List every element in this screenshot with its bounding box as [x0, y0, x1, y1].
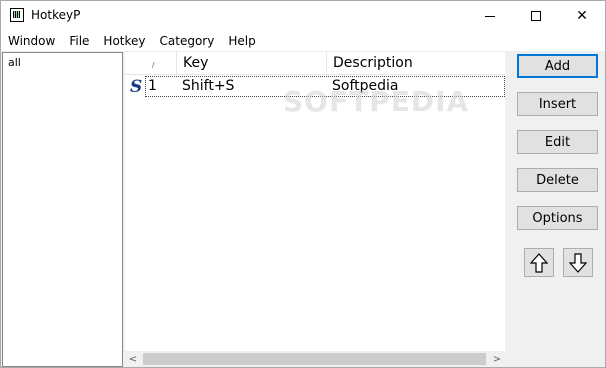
add-button[interactable]: Add — [517, 54, 598, 78]
list-header: / Key Description — [125, 52, 505, 75]
column-header-description[interactable]: Description — [327, 52, 505, 75]
column-header-key[interactable]: Key — [177, 52, 327, 75]
row-number: 1 — [148, 78, 157, 94]
scroll-left-icon[interactable]: < — [125, 351, 141, 367]
maximize-button[interactable] — [513, 1, 559, 31]
title-bar[interactable]: HotkeyP ✕ — [1, 1, 605, 31]
options-button[interactable]: Options — [517, 206, 598, 230]
softpedia-s-icon: S — [130, 77, 143, 97]
close-button[interactable]: ✕ — [559, 1, 605, 31]
move-down-button[interactable] — [563, 248, 593, 277]
menu-window[interactable]: Window — [1, 31, 62, 51]
menu-hotkey[interactable]: Hotkey — [96, 31, 152, 51]
menu-file[interactable]: File — [62, 31, 96, 51]
insert-button[interactable]: Insert — [517, 92, 598, 116]
edit-button[interactable]: Edit — [517, 130, 598, 154]
menu-help[interactable]: Help — [221, 31, 262, 51]
hotkeyp-app-icon — [10, 8, 24, 22]
arrow-down-icon — [569, 252, 587, 273]
category-item-all[interactable]: all — [8, 56, 21, 69]
close-icon: ✕ — [576, 8, 588, 24]
sort-indicator-icon: / — [152, 61, 155, 69]
app-window: HotkeyP ✕ Window File Hotkey Category He… — [0, 0, 606, 368]
category-list[interactable]: all — [2, 52, 123, 367]
minimize-button[interactable] — [467, 1, 513, 31]
scroll-thumb[interactable] — [143, 353, 486, 365]
softpedia-watermark: SOFTPEDIA — [283, 85, 470, 118]
minimize-icon — [485, 15, 495, 17]
horizontal-scrollbar[interactable]: < > — [125, 351, 505, 367]
menu-category[interactable]: Category — [153, 31, 222, 51]
maximize-icon — [531, 11, 541, 21]
delete-button[interactable]: Delete — [517, 168, 598, 192]
row-key: Shift+S — [182, 78, 235, 94]
scroll-right-icon[interactable]: > — [489, 351, 505, 367]
column-header-number[interactable]: / — [142, 52, 177, 75]
menu-bar: Window File Hotkey Category Help — [1, 31, 605, 51]
arrow-up-icon — [530, 252, 548, 273]
move-up-button[interactable] — [524, 248, 554, 277]
window-title: HotkeyP — [31, 8, 81, 22]
